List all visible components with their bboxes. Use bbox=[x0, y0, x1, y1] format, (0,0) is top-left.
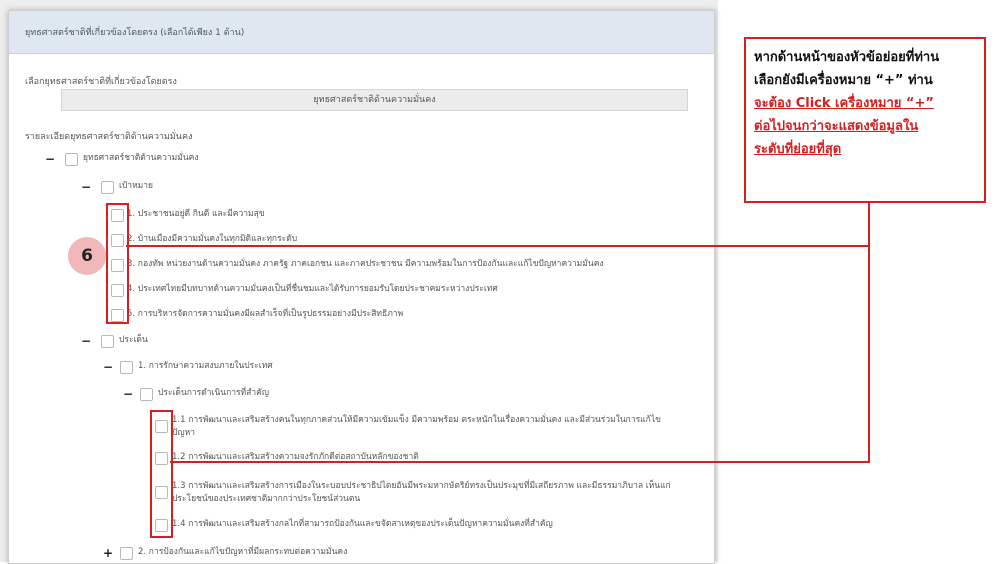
tree-node-label: ยุทธศาสตร์ชาติด้านความมั่นคง bbox=[83, 153, 199, 163]
select-label: เลือกยุทธศาสตร์ชาติที่เกี่ยวข้องโดยตรง bbox=[25, 77, 177, 87]
collapse-toggle[interactable]: − bbox=[103, 360, 113, 374]
collapse-toggle[interactable]: − bbox=[81, 334, 91, 348]
action-item-label: 1.1 การพัฒนาและเสริมสร้างคนในทุกภาคส่วนใ… bbox=[172, 415, 661, 438]
callout-line: เลือกยังมีเครื่องหมาย “+” ท่าน bbox=[754, 73, 933, 88]
checkbox[interactable] bbox=[101, 335, 114, 348]
panel-title: ยุทธศาสตร์ชาติที่เกี่ยวข้องโดยตรง (เลือก… bbox=[25, 28, 245, 38]
connector-to-actions bbox=[170, 461, 870, 463]
tree-node-label: ประเด็นการดำเนินการที่สำคัญ bbox=[158, 388, 270, 398]
goal-checkbox-highlight bbox=[106, 203, 129, 324]
action-checkbox-highlight bbox=[150, 410, 173, 538]
panel-header: ยุทธศาสตร์ชาติที่เกี่ยวข้องโดยตรง (เลือก… bbox=[9, 11, 714, 54]
action-item-label: 1.3 การพัฒนาและเสริมสร้างการเมืองในระบอบ… bbox=[172, 481, 671, 504]
goal-item-label: 5. การบริหารจัดการความมั่นคงมีผลสำเร็จที… bbox=[127, 309, 404, 319]
connector-vertical bbox=[868, 203, 870, 462]
step-badge: 6 bbox=[68, 237, 106, 275]
goal-item-label: 1. ประชาชนอยู่ดี กินดี และมีความสุข bbox=[127, 209, 265, 219]
callout-emphasis: ต่อไปจนกว่าจะแสดงข้อมูลใน bbox=[754, 119, 919, 134]
callout-emphasis: จะต้อง Click เครื่องหมาย “+” bbox=[754, 96, 934, 111]
tree-node-label: เป้าหมาย bbox=[119, 181, 154, 191]
goal-item-label: 4. ประเทศไทยมีบทบาทด้านความมั่นคงเป็นที่… bbox=[127, 284, 498, 294]
detail-label: รายละเอียดยุทธศาสตร์ชาติด้านความมั่นคง bbox=[25, 132, 193, 142]
action-item-label: 1.4 การพัฒนาและเสริมสร้างกลไกที่สามารถป้… bbox=[172, 519, 553, 529]
expand-toggle[interactable]: + bbox=[103, 546, 113, 560]
collapse-toggle[interactable]: − bbox=[45, 152, 55, 166]
instruction-callout: หากด้านหน้าของหัวข้อย่อยที่ท่าน เลือกยัง… bbox=[744, 37, 986, 203]
collapse-toggle[interactable]: − bbox=[81, 180, 91, 194]
collapse-toggle[interactable]: − bbox=[123, 387, 133, 401]
checkbox[interactable] bbox=[101, 181, 114, 194]
checkbox[interactable] bbox=[65, 153, 78, 166]
callout-emphasis: ระดับที่ย่อยที่สุด bbox=[754, 142, 842, 157]
connector-to-goals bbox=[126, 245, 870, 247]
checkbox[interactable] bbox=[120, 361, 133, 374]
tree-node-label: 1. การรักษาความสงบภายในประเทศ bbox=[138, 361, 273, 371]
tree-node-label: ประเด็น bbox=[119, 335, 148, 345]
checkbox[interactable] bbox=[120, 547, 133, 560]
strategy-select[interactable]: ยุทธศาสตร์ชาติด้านความมั่นคง bbox=[61, 89, 688, 111]
goal-item-label: 3. กองทัพ หน่วยงานด้านความมั่นคง ภาครัฐ … bbox=[127, 259, 604, 269]
tree-node-label: 2. การป้องกันและแก้ไขปัญหาที่มีผลกระทบต่… bbox=[138, 547, 348, 557]
callout-line: หากด้านหน้าของหัวข้อย่อยที่ท่าน bbox=[754, 50, 940, 65]
checkbox[interactable] bbox=[140, 388, 153, 401]
